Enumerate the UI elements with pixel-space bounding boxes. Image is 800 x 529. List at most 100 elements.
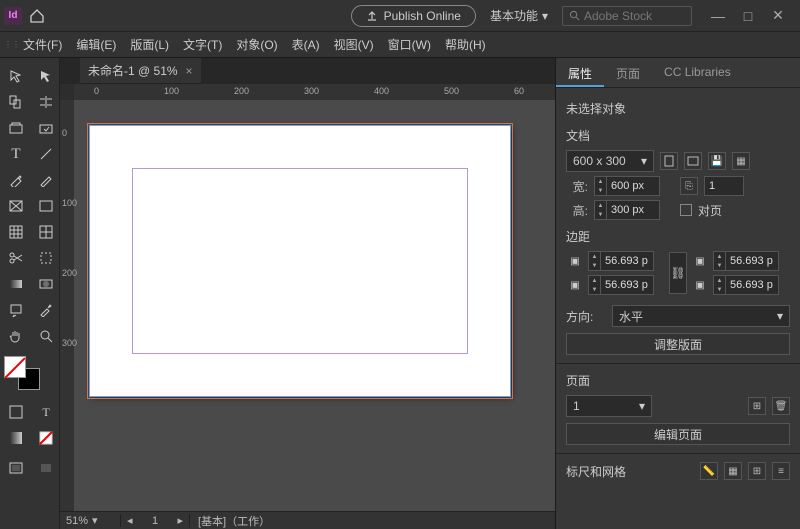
menu-file[interactable]: 文件(F) — [16, 33, 69, 56]
minimize-button[interactable]: — — [712, 10, 724, 22]
content-placer-tool[interactable] — [34, 116, 58, 140]
apply-color-icon[interactable] — [4, 400, 28, 424]
pen-tool[interactable] — [4, 168, 28, 192]
ruler-tick: 500 — [444, 86, 459, 96]
width-input[interactable] — [606, 176, 660, 196]
workspace-dropdown[interactable]: 基本功能 ▾ — [490, 7, 548, 24]
pages-icon: ⎘ — [680, 177, 698, 195]
formatting-text-icon[interactable]: T — [34, 400, 58, 424]
menu-object[interactable]: 对象(O) — [229, 33, 284, 56]
zoom-tool[interactable] — [34, 324, 58, 348]
grid-lines-icon[interactable]: ▦ — [724, 462, 742, 480]
baseline-grid-icon[interactable]: ≡ — [772, 462, 790, 480]
height-field[interactable]: ▲▼ — [594, 200, 660, 220]
margin-bottom-input[interactable] — [600, 275, 654, 295]
margin-right-field[interactable]: ▲▼ — [713, 275, 790, 295]
page-navigator[interactable]: ◂ 1 ▸ — [120, 514, 190, 527]
save-preset-icon[interactable]: 💾 — [708, 152, 726, 170]
content-collector-tool[interactable] — [4, 116, 28, 140]
new-page-icon[interactable]: ⊞ — [748, 397, 766, 415]
scissors-tool[interactable] — [4, 246, 28, 270]
facing-pages-checkbox[interactable] — [680, 204, 692, 216]
section-document: 文档 — [566, 127, 790, 144]
ruler-horizontal[interactable]: 0 100 200 300 400 500 60 — [74, 84, 555, 100]
hand-tool[interactable] — [4, 324, 28, 348]
fill-stroke-swatch[interactable] — [0, 354, 59, 388]
menu-type[interactable]: 文字(T) — [176, 33, 229, 56]
ruler-vertical[interactable]: 0 100 200 300 — [60, 100, 74, 511]
preset-options-icon[interactable]: ▦ — [732, 152, 750, 170]
gradient-tool[interactable] — [4, 272, 28, 296]
margin-top-field[interactable]: ▲▼ — [588, 251, 665, 271]
page-size-preset[interactable]: 600 x 300▾ — [566, 150, 654, 172]
menu-table[interactable]: 表(A) — [285, 33, 327, 56]
orientation-dropdown[interactable]: 水平▾ — [612, 305, 790, 327]
page-tool[interactable] — [4, 90, 28, 114]
margin-bottom-field[interactable]: ▲▼ — [588, 275, 665, 295]
menu-help[interactable]: 帮助(H) — [438, 33, 493, 56]
edit-pages-button[interactable]: 编辑页面 — [566, 423, 790, 445]
grid-dots-icon[interactable]: ⊞ — [748, 462, 766, 480]
close-tab-icon[interactable]: × — [186, 64, 193, 78]
close-button[interactable]: ✕ — [772, 10, 784, 22]
ruler-icon[interactable]: 📏 — [700, 462, 718, 480]
pages-count-input[interactable] — [704, 176, 744, 196]
margin-guides — [132, 168, 468, 354]
search-stock-input[interactable]: Adobe Stock — [562, 6, 692, 26]
width-field[interactable]: ▲▼ — [594, 176, 660, 196]
ruler-origin[interactable] — [60, 84, 74, 100]
tab-cc-libraries[interactable]: CC Libraries — [652, 58, 743, 87]
type-tool[interactable]: T — [4, 142, 28, 166]
page-select[interactable]: 1▾ — [566, 395, 652, 417]
height-input[interactable] — [606, 200, 660, 220]
margin-left-input[interactable] — [725, 251, 779, 271]
home-icon[interactable] — [28, 7, 46, 25]
landscape-orientation-icon[interactable] — [684, 152, 702, 170]
menu-edit[interactable]: 编辑(E) — [69, 33, 123, 56]
document-tab[interactable]: 未命名-1 @ 51% × — [80, 58, 201, 84]
panel-tabs: 属性 页面 CC Libraries — [556, 58, 800, 88]
delete-page-icon[interactable]: 🗑 — [772, 397, 790, 415]
page-canvas[interactable] — [90, 126, 510, 396]
direct-selection-tool[interactable] — [34, 64, 58, 88]
link-margins-icon[interactable]: ⛓ — [669, 252, 687, 294]
eyedropper-tool[interactable] — [34, 298, 58, 322]
menu-layout[interactable]: 版面(L) — [123, 33, 176, 56]
chevron-down-icon: ▾ — [641, 154, 647, 168]
preview-mode-icon[interactable] — [34, 456, 58, 480]
page-number: 1 — [152, 515, 158, 527]
menu-window[interactable]: 窗口(W) — [381, 33, 438, 56]
page-select-value: 1 — [573, 399, 580, 413]
grid-icon[interactable] — [4, 220, 28, 244]
search-icon — [569, 10, 580, 21]
apply-none-icon[interactable] — [34, 426, 58, 450]
line-tool[interactable] — [34, 142, 58, 166]
adjust-layout-button[interactable]: 调整版面 — [566, 333, 790, 355]
portrait-orientation-icon[interactable] — [660, 152, 678, 170]
rectangle-tool[interactable] — [34, 194, 58, 218]
tab-properties[interactable]: 属性 — [556, 58, 604, 87]
margin-left-field[interactable]: ▲▼ — [713, 251, 790, 271]
nav-next-icon[interactable]: ▸ — [177, 514, 183, 527]
cell-icon[interactable] — [34, 220, 58, 244]
rectangle-frame-tool[interactable] — [4, 194, 28, 218]
maximize-button[interactable]: □ — [742, 10, 754, 22]
nav-prev-icon[interactable]: ◂ — [127, 514, 133, 527]
gradient-feather-tool[interactable] — [34, 272, 58, 296]
menu-view[interactable]: 视图(V) — [327, 33, 381, 56]
margin-right-input[interactable] — [725, 275, 779, 295]
apply-gradient-icon[interactable] — [4, 426, 28, 450]
note-tool[interactable] — [4, 298, 28, 322]
margin-top-input[interactable] — [600, 251, 654, 271]
chevron-down-icon: ▾ — [542, 9, 548, 23]
section-ruler-grid: 标尺和网格 — [566, 463, 626, 480]
pencil-tool[interactable] — [34, 168, 58, 192]
publish-online-button[interactable]: Publish Online — [351, 5, 476, 27]
orientation-value: 水平 — [619, 308, 643, 325]
tab-pages[interactable]: 页面 — [604, 58, 652, 87]
free-transform-tool[interactable] — [34, 246, 58, 270]
normal-view-icon[interactable] — [4, 456, 28, 480]
selection-tool[interactable] — [4, 64, 28, 88]
zoom-dropdown[interactable]: 51%▾ — [60, 514, 120, 527]
gap-tool[interactable] — [34, 90, 58, 114]
